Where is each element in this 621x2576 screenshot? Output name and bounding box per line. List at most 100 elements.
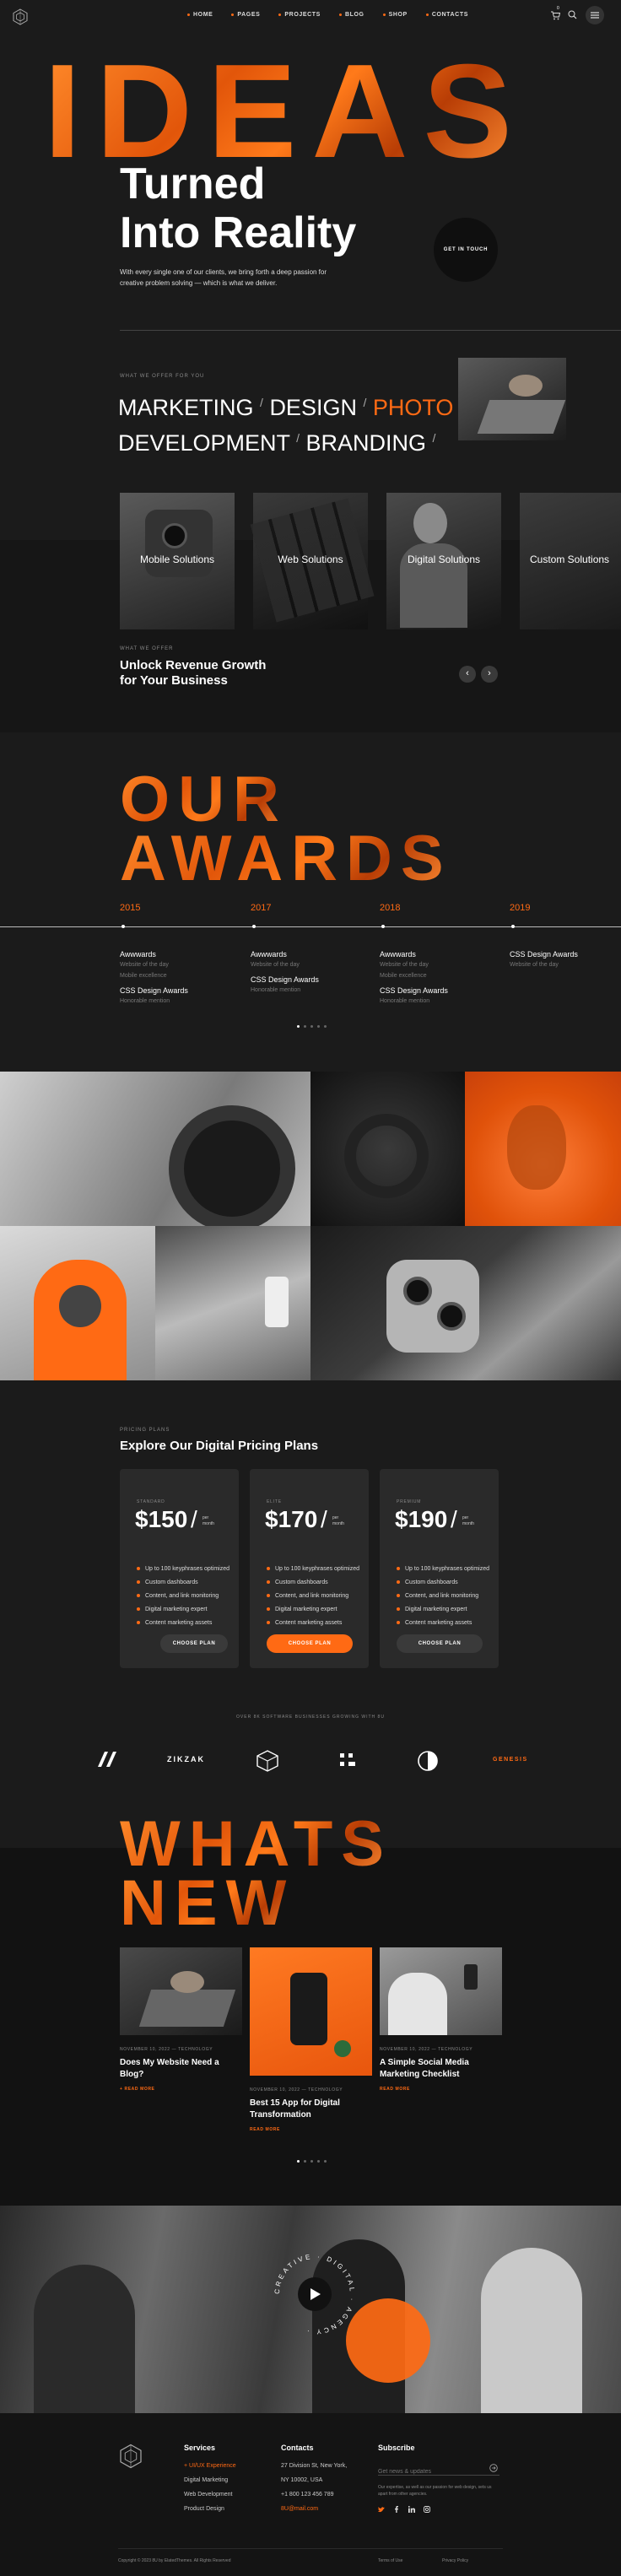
bullet-icon [397,1567,400,1570]
pagination-dot[interactable] [317,1025,320,1028]
nav-dot-icon [425,14,429,16]
offer-design[interactable]: DESIGN [269,395,357,420]
footer-service-link[interactable]: Web Development [184,2487,236,2502]
gallery-image-woman[interactable] [155,1226,310,1380]
service-card-web[interactable]: Web Solutions [250,493,375,629]
plan-features: Up to 100 keyphrases optimized Custom da… [267,1562,359,1629]
bullet-icon [267,1621,270,1624]
footer-address-line: 27 Division St, New York, [281,2463,348,2469]
facebook-icon[interactable] [393,2506,400,2513]
news-card[interactable]: NOVEMBER 10, 2022 — TECHNOLOGY Best 15 A… [250,1947,372,2132]
cube-logo-icon[interactable] [256,1750,278,1772]
copyright: Copyright © 2023 8U by ElatedThemes. All… [118,2558,231,2563]
zikzak-logo[interactable]: ZIKZAK [167,1755,205,1763]
nav-shop[interactable]: SHOP [382,12,408,18]
offer-photo[interactable]: PHOTO [373,395,454,420]
offer-development[interactable]: DEVELOPMENT [118,430,290,456]
gallery-image-face[interactable] [465,1072,621,1226]
pagination-dot-active[interactable] [297,1025,300,1028]
offer-marketing[interactable]: MARKETING [118,395,254,420]
award-column: 2015 Awwwards Website of the day Mobile … [120,903,246,1004]
search-icon[interactable] [568,10,577,19]
plan-period: per month [462,1515,474,1527]
bullet-icon [137,1594,140,1597]
award-name: Awwwards [251,950,287,959]
bullet-icon [137,1621,140,1624]
offer-branding[interactable]: BRANDING [305,430,426,456]
read-more-link[interactable]: READ MORE [380,2087,502,2092]
news-meta: NOVEMBER 10, 2022 — TECHNOLOGY [250,2087,343,2093]
gallery-image-mask[interactable] [0,1226,155,1380]
gallery-image-iphone[interactable] [310,1226,621,1380]
nav-label: CONTACTS [431,12,468,18]
gallery-image-scooter[interactable] [0,1072,310,1232]
slash-logo-icon[interactable] [98,1752,116,1767]
offer-hover-image [458,358,566,440]
blocks-logo-icon[interactable] [339,1752,356,1769]
phone-shape [464,1964,478,1990]
wheel-shape [169,1105,295,1232]
pagination-dot[interactable] [304,2160,306,2163]
logo-icon[interactable] [12,8,29,25]
footer-phone[interactable]: +1 800 123 456 789 [281,2487,347,2502]
service-card-label: Web Solutions [278,554,343,565]
footer-logo-icon[interactable] [118,2444,143,2469]
service-card-digital[interactable]: Digital Solutions [386,493,501,629]
service-card-custom[interactable]: Custom Solutions [520,493,621,629]
read-more-link[interactable]: READ MORE [250,2127,372,2132]
pagination-dot[interactable] [317,2160,320,2163]
services-prev-button[interactable]: ‹ [459,666,476,683]
plan-price-slash: / [451,1506,457,1532]
pagination-dot[interactable] [304,1025,306,1028]
award-year: 2019 [510,903,531,913]
genesis-logo[interactable]: GENESIS [493,1757,528,1763]
choose-plan-button[interactable]: CHOOSE PLAN [267,1634,353,1653]
circle-logo-icon[interactable] [417,1750,439,1772]
plan-tier: PREMIUM [397,1499,422,1504]
pagination-dot[interactable] [310,1025,313,1028]
news-card[interactable]: NOVEMBER 10, 2022 — TECHNOLOGY Does My W… [120,1947,242,2092]
pagination-dot[interactable] [310,2160,313,2163]
news-card[interactable]: NOVEMBER 10, 2022 — TECHNOLOGY A Simple … [380,1947,502,2092]
pagination-dot[interactable] [324,1025,327,1028]
service-card-mobile[interactable]: Mobile Solutions [120,493,235,629]
nav-pages[interactable]: PAGES [231,12,260,18]
twitter-icon[interactable] [378,2506,385,2513]
arrow-right-icon[interactable] [489,2464,498,2472]
pagination-dot-active[interactable] [297,2160,300,2163]
services-heading-line2: for Your Business [120,673,228,688]
nav-contacts[interactable]: CONTACTS [425,12,468,18]
menu-button[interactable] [586,6,604,24]
nav-projects[interactable]: PROJECTS [278,12,321,18]
feature-item: Custom dashboards [137,1575,230,1589]
subscribe-email-input[interactable] [378,2469,479,2475]
services-next-button[interactable]: › [481,666,498,683]
plan-features: Up to 100 keyphrases optimized Custom da… [137,1562,230,1629]
footer-service-link[interactable]: + UI/UX Experience [184,2459,236,2473]
award-sub: Honorable mention [120,998,170,1004]
play-button[interactable] [298,2277,332,2311]
footer-email[interactable]: 8U@mail.com [281,2502,347,2516]
linkedin-icon[interactable] [408,2506,415,2513]
footer-subscribe-head: Subscribe [378,2444,415,2452]
cart-button[interactable]: 0 [550,6,562,21]
get-in-touch-button[interactable]: GET IN TOUCH [434,218,498,282]
terms-link[interactable]: Terms of Use [378,2558,402,2563]
instagram-icon[interactable] [424,2506,430,2513]
nav-blog[interactable]: BLOG [338,12,364,18]
nav-home[interactable]: HOME [187,12,213,18]
privacy-link[interactable]: Privacy Policy [442,2558,468,2563]
plant-shape [334,2040,351,2057]
plan-price: $170 [265,1506,318,1532]
pagination-dot[interactable] [324,2160,327,2163]
choose-plan-button[interactable]: CHOOSE PLAN [397,1634,483,1653]
choose-plan-button[interactable]: CHOOSE PLAN [160,1634,228,1653]
phone-shape [265,1277,289,1327]
award-column: 2018 Awwwards Website of the day Mobile … [380,903,506,1004]
feature-label: Content, and link monitoring [405,1592,479,1599]
footer-service-link[interactable]: Digital Marketing [184,2473,236,2487]
footer-service-link[interactable]: Product Design [184,2502,236,2516]
gallery-image-headphones[interactable] [310,1072,465,1226]
read-more-link[interactable]: + READ MORE [120,2087,242,2092]
feature-label: Custom dashboards [145,1579,198,1585]
